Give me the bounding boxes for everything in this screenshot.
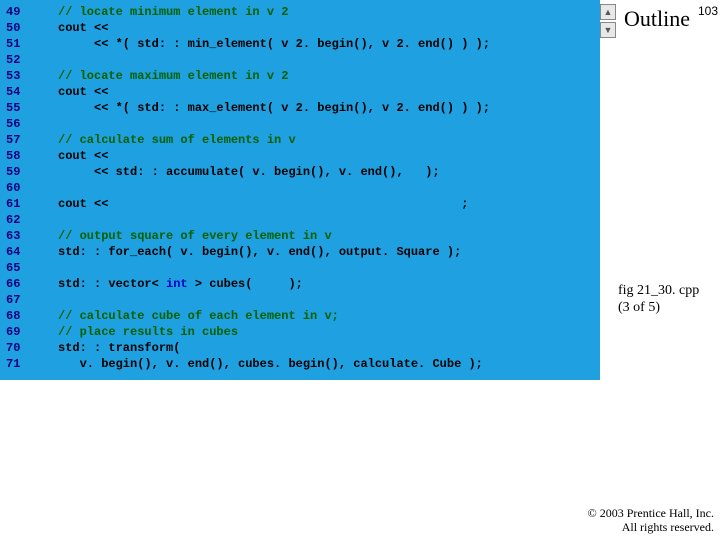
code-line: 69// place results in cubes	[0, 324, 600, 340]
code-text	[38, 116, 600, 132]
line-number: 64	[0, 244, 38, 260]
code-line: 50cout <<	[0, 20, 600, 36]
line-number: 49	[0, 4, 38, 20]
code-text: std: : transform(	[38, 340, 600, 356]
line-number: 56	[0, 116, 38, 132]
code-line: 68// calculate cube of each element in v…	[0, 308, 600, 324]
line-number: 59	[0, 164, 38, 180]
code-text: // output square of every element in v	[38, 228, 600, 244]
code-text: // locate maximum element in v 2	[38, 68, 600, 84]
line-number: 61	[0, 196, 38, 212]
line-number: 65	[0, 260, 38, 276]
code-text: << *( std: : min_element( v 2. begin(), …	[38, 36, 600, 52]
line-number: 58	[0, 148, 38, 164]
line-number: 70	[0, 340, 38, 356]
code-text: cout << ;	[38, 196, 600, 212]
code-line: 67	[0, 292, 600, 308]
fig-label-line2: (3 of 5)	[618, 300, 660, 315]
nav-buttons: ▲ ▼	[600, 4, 616, 40]
copyright-line2: All rights reserved.	[622, 520, 714, 534]
code-text	[38, 52, 600, 68]
line-number: 53	[0, 68, 38, 84]
code-line: 65	[0, 260, 600, 276]
code-text: std: : vector< int > cubes( );	[38, 276, 600, 292]
code-text: // locate minimum element in v 2	[38, 4, 600, 20]
nav-up-button[interactable]: ▲	[600, 4, 616, 20]
code-line: 58cout <<	[0, 148, 600, 164]
code-line: 66std: : vector< int > cubes( );	[0, 276, 600, 292]
code-line: 57// calculate sum of elements in v	[0, 132, 600, 148]
line-number: 54	[0, 84, 38, 100]
code-line: 53// locate maximum element in v 2	[0, 68, 600, 84]
code-text: << *( std: : max_element( v 2. begin(), …	[38, 100, 600, 116]
code-text	[38, 212, 600, 228]
code-text: << std: : accumulate( v. begin(), v. end…	[38, 164, 600, 180]
line-number: 60	[0, 180, 38, 196]
code-line: 63// output square of every element in v	[0, 228, 600, 244]
nav-down-button[interactable]: ▼	[600, 22, 616, 38]
code-text: cout <<	[38, 20, 600, 36]
code-line: 64std: : for_each( v. begin(), v. end(),…	[0, 244, 600, 260]
code-line: 70std: : transform(	[0, 340, 600, 356]
code-line: 59 << std: : accumulate( v. begin(), v. …	[0, 164, 600, 180]
line-number: 67	[0, 292, 38, 308]
code-text	[38, 180, 600, 196]
line-number: 51	[0, 36, 38, 52]
code-line: 52	[0, 52, 600, 68]
fig-label-line1: fig 21_30. cpp	[618, 283, 699, 298]
code-line: 71 v. begin(), v. end(), cubes. begin(),…	[0, 356, 600, 372]
code-text: v. begin(), v. end(), cubes. begin(), ca…	[38, 356, 600, 372]
line-number: 62	[0, 212, 38, 228]
line-number: 57	[0, 132, 38, 148]
code-text: std: : for_each( v. begin(), v. end(), o…	[38, 244, 600, 260]
code-line: 55 << *( std: : max_element( v 2. begin(…	[0, 100, 600, 116]
right-pane: ▲ ▼ Outline 103 fig 21_30. cpp (3 of 5)	[600, 0, 720, 540]
code-text: // calculate sum of elements in v	[38, 132, 600, 148]
code-text: cout <<	[38, 148, 600, 164]
line-number: 55	[0, 100, 38, 116]
line-number: 71	[0, 356, 38, 372]
line-number: 63	[0, 228, 38, 244]
code-line: 62	[0, 212, 600, 228]
code-area: 49// locate minimum element in v 250cout…	[0, 0, 600, 380]
code-text	[38, 260, 600, 276]
code-line: 61cout << ;	[0, 196, 600, 212]
line-number: 69	[0, 324, 38, 340]
code-line: 56	[0, 116, 600, 132]
code-text	[38, 292, 600, 308]
line-number: 50	[0, 20, 38, 36]
code-text: // calculate cube of each element in v;	[38, 308, 600, 324]
code-text: // place results in cubes	[38, 324, 600, 340]
slide-number: 103	[698, 4, 718, 18]
outline-title: Outline	[624, 6, 690, 32]
code-line: 54cout <<	[0, 84, 600, 100]
line-number: 52	[0, 52, 38, 68]
line-number: 66	[0, 276, 38, 292]
copyright-line1: © 2003 Prentice Hall, Inc.	[588, 506, 714, 520]
slide: 49// locate minimum element in v 250cout…	[0, 0, 720, 540]
code-line: 49// locate minimum element in v 2	[0, 4, 600, 20]
fig-label: fig 21_30. cpp (3 of 5)	[618, 282, 699, 316]
line-number: 68	[0, 308, 38, 324]
copyright: © 2003 Prentice Hall, Inc. All rights re…	[588, 506, 714, 534]
code-line: 51 << *( std: : min_element( v 2. begin(…	[0, 36, 600, 52]
code-line: 60	[0, 180, 600, 196]
code-text: cout <<	[38, 84, 600, 100]
